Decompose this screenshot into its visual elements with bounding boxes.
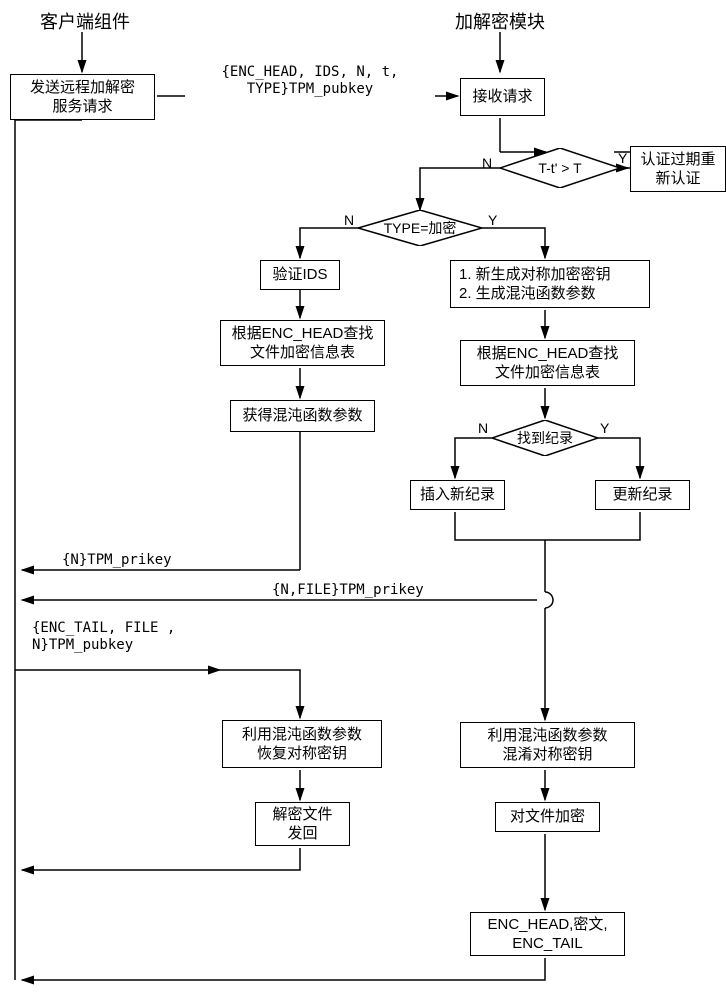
node-label: ENC_HEAD,密文, ENC_TAIL <box>487 915 607 954</box>
node-receive: 接收请求 <box>460 78 545 116</box>
node-gen-keys: 1. 新生成对称加密密钥 2. 生成混沌函数参数 <box>450 260 650 308</box>
node-insert: 插入新纪录 <box>410 480 505 510</box>
node-lookup-dec: 根据ENC_HEAD查找 文件加密信息表 <box>220 320 385 366</box>
msg-n-file: {N,FILE}TPM_prikey <box>270 582 426 599</box>
decision-type: TYPE=加密 <box>358 210 482 246</box>
msg-enctail: {ENC_TAIL, FILE , N}TPM_pubkey <box>30 620 200 654</box>
node-lookup-enc: 根据ENC_HEAD查找 文件加密信息表 <box>460 340 635 386</box>
node-label: 更新纪录 <box>612 485 672 505</box>
node-recover-key: 利用混沌函数参数 恢复对称密钥 <box>222 720 382 768</box>
node-label: 利用混沌函数参数 恢复对称密钥 <box>242 725 362 764</box>
node-label: 1. 新生成对称加密密钥 2. 生成混沌函数参数 <box>459 265 611 304</box>
msg-n-prikey: {N}TPM_prikey <box>60 552 174 569</box>
node-label: 解密文件 发回 <box>272 805 332 844</box>
node-label: 验证IDS <box>272 265 327 285</box>
node-label: 根据ENC_HEAD查找 文件加密信息表 <box>232 324 374 363</box>
node-get-chaos: 获得混沌函数参数 <box>230 400 375 432</box>
node-label: 插入新纪录 <box>420 485 495 505</box>
decision-timeout: T-t' > T <box>500 148 620 188</box>
decision-label: TYPE=加密 <box>358 218 482 238</box>
decision-found: 找到纪录 <box>492 420 598 456</box>
header-client: 客户端组件 <box>40 12 130 34</box>
node-label: 根据ENC_HEAD查找 文件加密信息表 <box>477 344 619 383</box>
node-label: 对文件加密 <box>510 807 585 827</box>
node-label: 获得混沌函数参数 <box>242 406 362 426</box>
node-label: 发送远程加解密 服务请求 <box>30 78 135 117</box>
edge-y: Y <box>600 420 609 437</box>
edge-y: Y <box>618 150 627 167</box>
node-send-request: 发送远程加解密 服务请求 <box>10 74 155 120</box>
header-crypto: 加解密模块 <box>455 12 545 34</box>
decision-label: 找到纪录 <box>492 428 598 448</box>
node-chaos-key: 利用混沌函数参数 混淆对称密钥 <box>460 722 635 768</box>
node-encrypt-file: 对文件加密 <box>495 802 600 832</box>
node-verify-ids: 验证IDS <box>260 260 340 290</box>
edge-y: Y <box>488 212 497 229</box>
edge-n: N <box>482 155 492 172</box>
node-output: ENC_HEAD,密文, ENC_TAIL <box>470 912 625 956</box>
msg-request: {ENC_HEAD, IDS, N, t, TYPE}TPM_pubkey <box>185 64 435 98</box>
node-update: 更新纪录 <box>595 480 690 510</box>
edge-n: N <box>478 420 488 437</box>
edge-n: N <box>344 212 354 229</box>
decision-label: T-t' > T <box>500 160 620 176</box>
node-label: 利用混沌函数参数 混淆对称密钥 <box>487 726 607 765</box>
node-decrypt-send: 解密文件 发回 <box>255 802 350 846</box>
node-expired: 认证过期重 新认证 <box>630 146 726 192</box>
node-label: 认证过期重 新认证 <box>640 150 715 189</box>
node-label: 接收请求 <box>472 87 532 107</box>
